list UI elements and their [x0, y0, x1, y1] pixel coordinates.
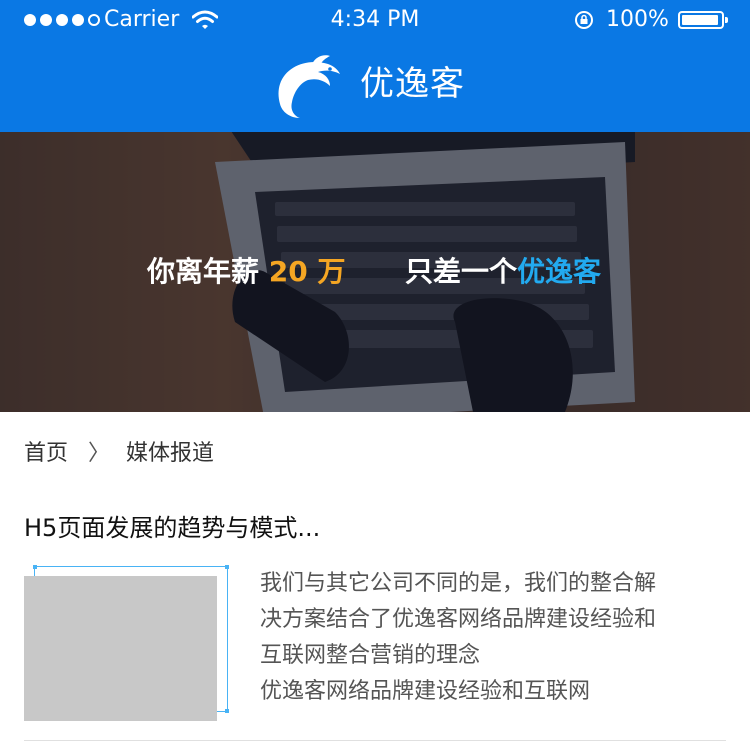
brand-highlight: 优逸客: [517, 255, 602, 288]
nav-bar: 优逸客: [0, 40, 750, 132]
excerpt-line: 我们与其它公司不同的是，我们的整合解: [260, 571, 657, 596]
article-excerpt[interactable]: 我们与其它公司不同的是，我们的整合解 决方案结合了优逸客网络品牌建设经验和 互联…: [260, 566, 730, 710]
excerpt-line: 决方案结合了优逸客网络品牌建设经验和: [260, 607, 657, 632]
breadcrumb: 首页〉媒体报道: [24, 436, 214, 472]
dolphin-logo-icon[interactable]: [272, 50, 344, 122]
breadcrumb-home-link[interactable]: 首页: [24, 441, 68, 466]
slogan-part1: 你离年薪: [147, 255, 260, 288]
breadcrumb-current: 媒体报道: [126, 441, 215, 466]
article-title[interactable]: H5页面发展的趋势与模式...: [24, 508, 320, 548]
brand-title: 优逸客: [360, 64, 465, 104]
app-header: Carrier 4:34 PM 100% 优逸客: [0, 0, 750, 132]
battery-icon: [678, 11, 728, 29]
battery-percent: 100%: [606, 7, 669, 32]
salary-highlight: 20 万: [268, 255, 346, 288]
list-divider: [24, 740, 726, 741]
article-thumbnail[interactable]: [24, 576, 217, 721]
orientation-lock-icon: [575, 11, 593, 29]
hero-banner[interactable]: 你离年薪 20 万 只差一个优逸客: [0, 132, 750, 412]
slogan-part2: 只差一个: [404, 255, 517, 288]
excerpt-line: 优逸客网络品牌建设经验和互联网: [260, 679, 591, 704]
status-bar: Carrier 4:34 PM 100%: [0, 0, 750, 40]
excerpt-line: 互联网整合营销的理念: [260, 643, 481, 668]
chevron-right-icon: 〉: [88, 441, 111, 466]
banner-slogan: 你离年薪 20 万 只差一个优逸客: [147, 252, 601, 292]
